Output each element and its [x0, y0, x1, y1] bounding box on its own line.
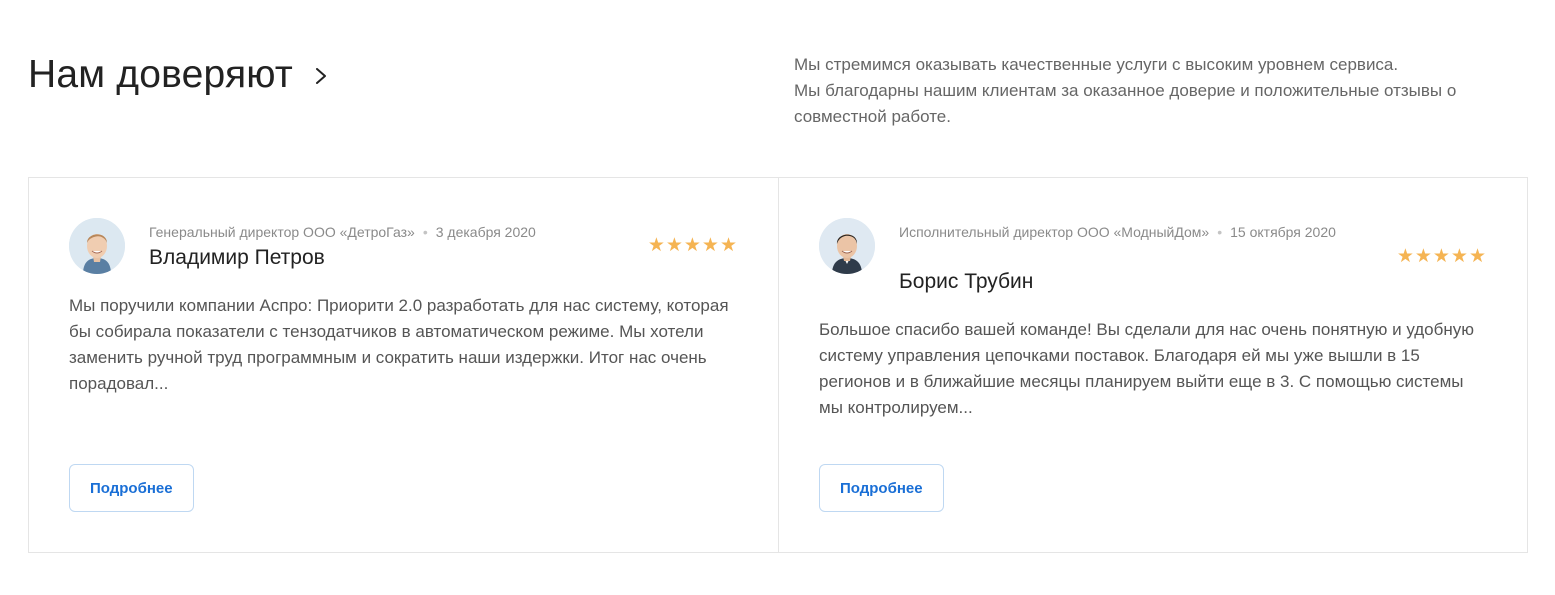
- intro-line: Мы благодарны нашим клиентам за оказанно…: [794, 81, 1457, 126]
- avatar-man-icon: [819, 218, 875, 274]
- avatar: [819, 218, 875, 274]
- review-text: Мы поручили компании Аспро: Приорити 2.0…: [69, 296, 729, 393]
- review-author-name: Борис Трубин: [899, 270, 1034, 293]
- meta-separator: •: [422, 224, 428, 240]
- review-position: Исполнительный директор ООО «МодныйДом»: [899, 224, 1210, 240]
- rating-stars: ★★★★★: [1396, 246, 1487, 267]
- section-title: Нам доверяют: [28, 53, 293, 96]
- chevron-right-icon: [313, 68, 329, 84]
- section-title-link[interactable]: Нам доверяют: [28, 52, 329, 98]
- reviews-list: Генеральный директор ООО «ДетроГаз» • 3 де…: [28, 177, 1528, 553]
- section-intro: Мы стремимся оказывать качественные услу…: [794, 52, 1534, 130]
- rating-stars: ★★★★★: [647, 235, 738, 256]
- review-card: Исполнительный директор ООО «МодныйДом» •…: [778, 178, 1527, 552]
- meta-separator: •: [1217, 224, 1223, 240]
- review-date: 3 декабря 2020: [435, 224, 536, 240]
- review-meta: Исполнительный директор ООО «МодныйДом» •…: [899, 221, 1359, 243]
- more-button[interactable]: Подробнее: [819, 464, 944, 512]
- more-button[interactable]: Подробнее: [69, 464, 194, 512]
- avatar: [69, 218, 125, 274]
- section-header: Нам доверяют Мы стремимся оказывать каче…: [0, 0, 1555, 170]
- review-card: Генеральный директор ООО «ДетроГаз» • 3 де…: [29, 178, 778, 552]
- review-author-name: Владимир Петров: [149, 246, 325, 269]
- review-date: 15 октября 2020: [1230, 224, 1336, 240]
- intro-line: Мы стремимся оказывать качественные услу…: [794, 55, 1399, 74]
- review-text: Большое спасибо вашей команде! Вы сделал…: [819, 320, 1474, 417]
- review-meta: Генеральный директор ООО «ДетроГаз» • 3 де…: [149, 221, 609, 243]
- review-position: Генеральный директор ООО «ДетроГаз»: [149, 224, 415, 240]
- avatar-man-icon: [69, 218, 125, 274]
